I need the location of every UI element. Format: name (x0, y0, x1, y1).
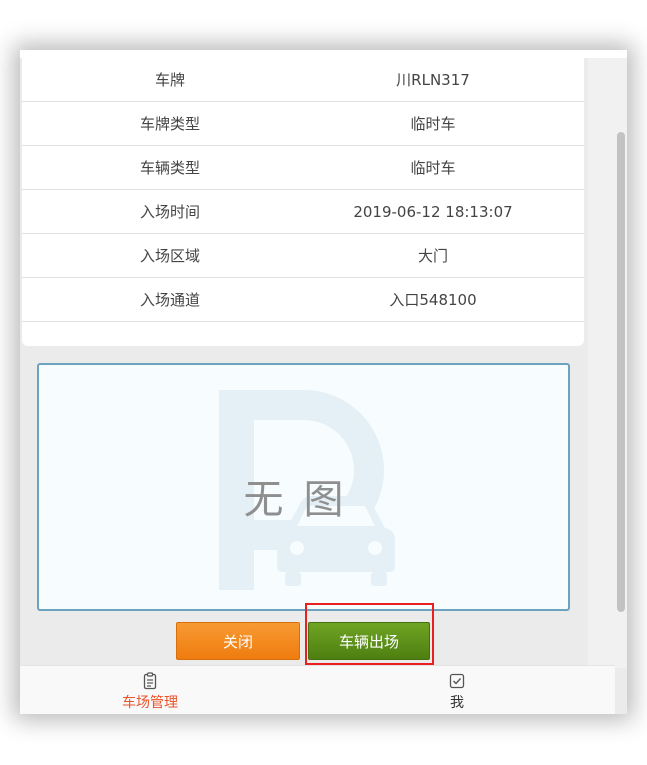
info-row-entry-time: 入场时间 2019-06-12 18:13:07 (22, 190, 584, 234)
app-window: 车牌 川RLN317 车牌类型 临时车 车辆类型 临时车 入场时间 2019-0… (20, 50, 627, 714)
tab-me[interactable]: 我 (387, 672, 527, 712)
window-top-strip (20, 50, 627, 58)
info-value: 川RLN317 (396, 71, 470, 89)
profile-check-icon (449, 673, 465, 689)
clipboard-icon (143, 672, 157, 690)
info-value: 入口548100 (389, 291, 477, 309)
tab-label: 车场管理 (122, 695, 178, 711)
info-label: 入场时间 (139, 203, 200, 221)
info-value: 2019-06-12 18:13:07 (353, 202, 513, 221)
vehicle-exit-button[interactable]: 车辆出场 (308, 622, 430, 660)
info-row-entry-area: 入场区域 大门 (22, 234, 584, 278)
info-label: 车牌类型 (139, 115, 200, 133)
info-label: 入场通道 (139, 291, 200, 309)
info-label: 车辆类型 (139, 159, 200, 177)
info-value: 大门 (417, 247, 448, 265)
info-value: 临时车 (410, 159, 456, 177)
info-row-plate-type: 车牌类型 临时车 (22, 102, 584, 146)
tab-label: 我 (450, 695, 464, 711)
scrollbar-thumb[interactable] (617, 132, 625, 612)
info-row-plate: 车牌 川RLN317 (22, 58, 584, 102)
vehicle-info-card: 车牌 川RLN317 车牌类型 临时车 车辆类型 临时车 入场时间 2019-0… (22, 58, 584, 346)
info-label: 入场区域 (139, 247, 200, 265)
close-button[interactable]: 关闭 (176, 622, 300, 660)
vehicle-image-placeholder: 无图 (37, 363, 570, 611)
bottom-tabbar: 车场管理 我 (20, 665, 615, 714)
info-label: 车牌 (154, 71, 185, 89)
no-image-text: 无图 (243, 477, 364, 523)
info-row-vehicle-type: 车辆类型 临时车 (22, 146, 584, 190)
info-value: 临时车 (410, 115, 456, 133)
info-row-entry-lane: 入场通道 入口548100 (22, 278, 584, 322)
tab-parking-management[interactable]: 车场管理 (80, 672, 220, 712)
